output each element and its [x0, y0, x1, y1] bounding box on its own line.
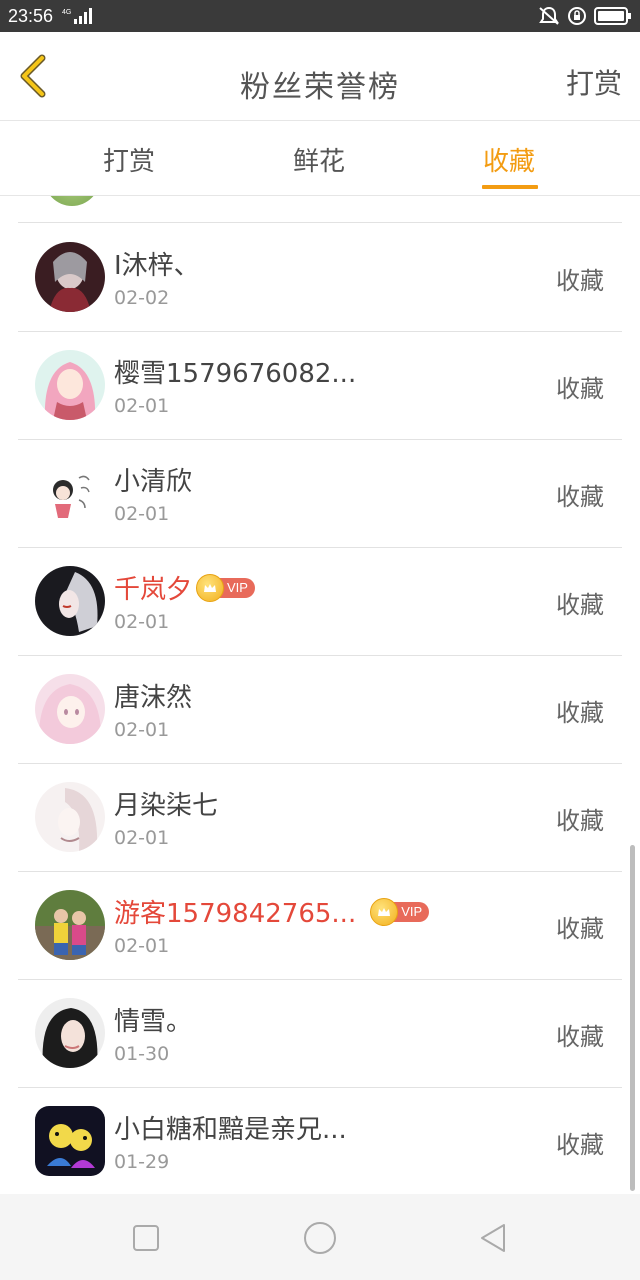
circle-icon — [304, 1222, 336, 1254]
triangle-back-icon — [481, 1224, 505, 1252]
back-nav-button[interactable] — [476, 1220, 512, 1256]
active-tab-indicator — [482, 185, 538, 189]
system-nav-bar — [0, 1194, 640, 1280]
fan-date: 02-01 — [114, 935, 170, 957]
crown-icon — [196, 573, 225, 602]
fan-name: 唐沫然 — [114, 683, 193, 713]
fan-name: I沐梓、 — [114, 251, 200, 281]
recent-apps-button[interactable] — [128, 1220, 164, 1256]
list-item[interactable]: 游客1579842765... VIP 02-01 收藏 — [18, 871, 622, 980]
avatar[interactable] — [35, 350, 105, 420]
avatar[interactable] — [35, 998, 105, 1068]
list-item-partial — [18, 196, 622, 223]
fan-list[interactable]: I沐梓、 02-02 收藏 樱雪1579676082... 02-01 收藏 小… — [0, 196, 640, 1194]
reward-button[interactable]: 打赏 — [566, 62, 622, 102]
list-item[interactable]: 情雪。 01-30 收藏 — [18, 979, 622, 1088]
tab-flowers[interactable]: 鲜花 — [293, 141, 345, 178]
page-title: 粉丝荣誉榜 — [240, 70, 400, 105]
favorite-label: 收藏 — [556, 699, 604, 727]
favorite-label: 收藏 — [556, 267, 604, 295]
scrollbar[interactable] — [630, 845, 635, 1191]
status-icons — [538, 6, 632, 26]
favorite-label: 收藏 — [556, 591, 604, 619]
tab-bar: 打赏 鲜花 收藏 — [0, 121, 640, 196]
vip-badge: VIP — [370, 897, 430, 926]
bell-muted-icon — [539, 6, 559, 25]
battery-icon — [594, 7, 631, 25]
list-item[interactable]: 月染柒七 02-01 收藏 — [18, 763, 622, 872]
favorite-label: 收藏 — [556, 375, 604, 403]
tab-reward[interactable]: 打赏 — [103, 141, 155, 178]
avatar[interactable] — [35, 458, 105, 528]
fan-date: 02-01 — [114, 611, 170, 633]
vip-badge: VIP — [196, 573, 255, 602]
avatar[interactable] — [35, 1106, 105, 1176]
favorite-label: 收藏 — [556, 1131, 604, 1159]
home-button[interactable] — [302, 1220, 338, 1256]
fan-name: 小清欣 — [114, 467, 193, 497]
list-item[interactable]: 千岚夕 VIP 02-01 收藏 — [18, 547, 622, 656]
favorite-label: 收藏 — [556, 807, 604, 835]
favorite-label: 收藏 — [556, 483, 604, 511]
list-item[interactable]: 樱雪1579676082... 02-01 收藏 — [18, 331, 622, 440]
avatar[interactable] — [35, 566, 105, 636]
fan-date: 02-01 — [114, 719, 170, 741]
fan-name: 千岚夕 VIP — [114, 569, 255, 606]
avatar — [44, 196, 100, 206]
fan-date: 02-02 — [114, 287, 170, 309]
favorite-label: 收藏 — [556, 915, 604, 943]
list-item[interactable]: 小白糖和黯是亲兄... 01-29 收藏 — [18, 1087, 622, 1194]
avatar[interactable] — [35, 242, 105, 312]
status-bar: 23:56 4G — [0, 0, 640, 32]
fan-date: 01-29 — [114, 1151, 170, 1173]
tab-favorites[interactable]: 收藏 — [483, 141, 535, 178]
fan-date: 02-01 — [114, 395, 170, 417]
rotation-lock-icon — [568, 7, 586, 25]
list-item[interactable]: 唐沫然 02-01 收藏 — [18, 655, 622, 764]
signal-icon: 4G — [62, 8, 92, 24]
fan-date: 02-01 — [114, 503, 170, 525]
fan-date: 01-30 — [114, 1043, 170, 1065]
square-icon — [133, 1225, 159, 1251]
network-label: 4G — [62, 9, 71, 16]
fan-name: 月染柒七 — [114, 791, 219, 821]
status-time: 23:56 — [8, 6, 54, 26]
fan-name: 游客1579842765... VIP — [114, 893, 430, 930]
fan-name: 樱雪1579676082... — [114, 359, 357, 389]
list-item[interactable]: I沐梓、 02-02 收藏 — [18, 223, 622, 332]
list-item[interactable]: 小清欣 02-01 收藏 — [18, 439, 622, 548]
fan-date: 02-01 — [114, 827, 170, 849]
nav-bar: 粉丝荣誉榜 打赏 — [0, 32, 640, 121]
avatar[interactable] — [35, 674, 105, 744]
fan-name: 小白糖和黯是亲兄... — [114, 1115, 347, 1145]
avatar[interactable] — [35, 890, 105, 960]
favorite-label: 收藏 — [556, 1023, 604, 1051]
avatar[interactable] — [35, 782, 105, 852]
crown-icon — [370, 897, 399, 926]
fan-name: 情雪。 — [114, 1007, 193, 1037]
